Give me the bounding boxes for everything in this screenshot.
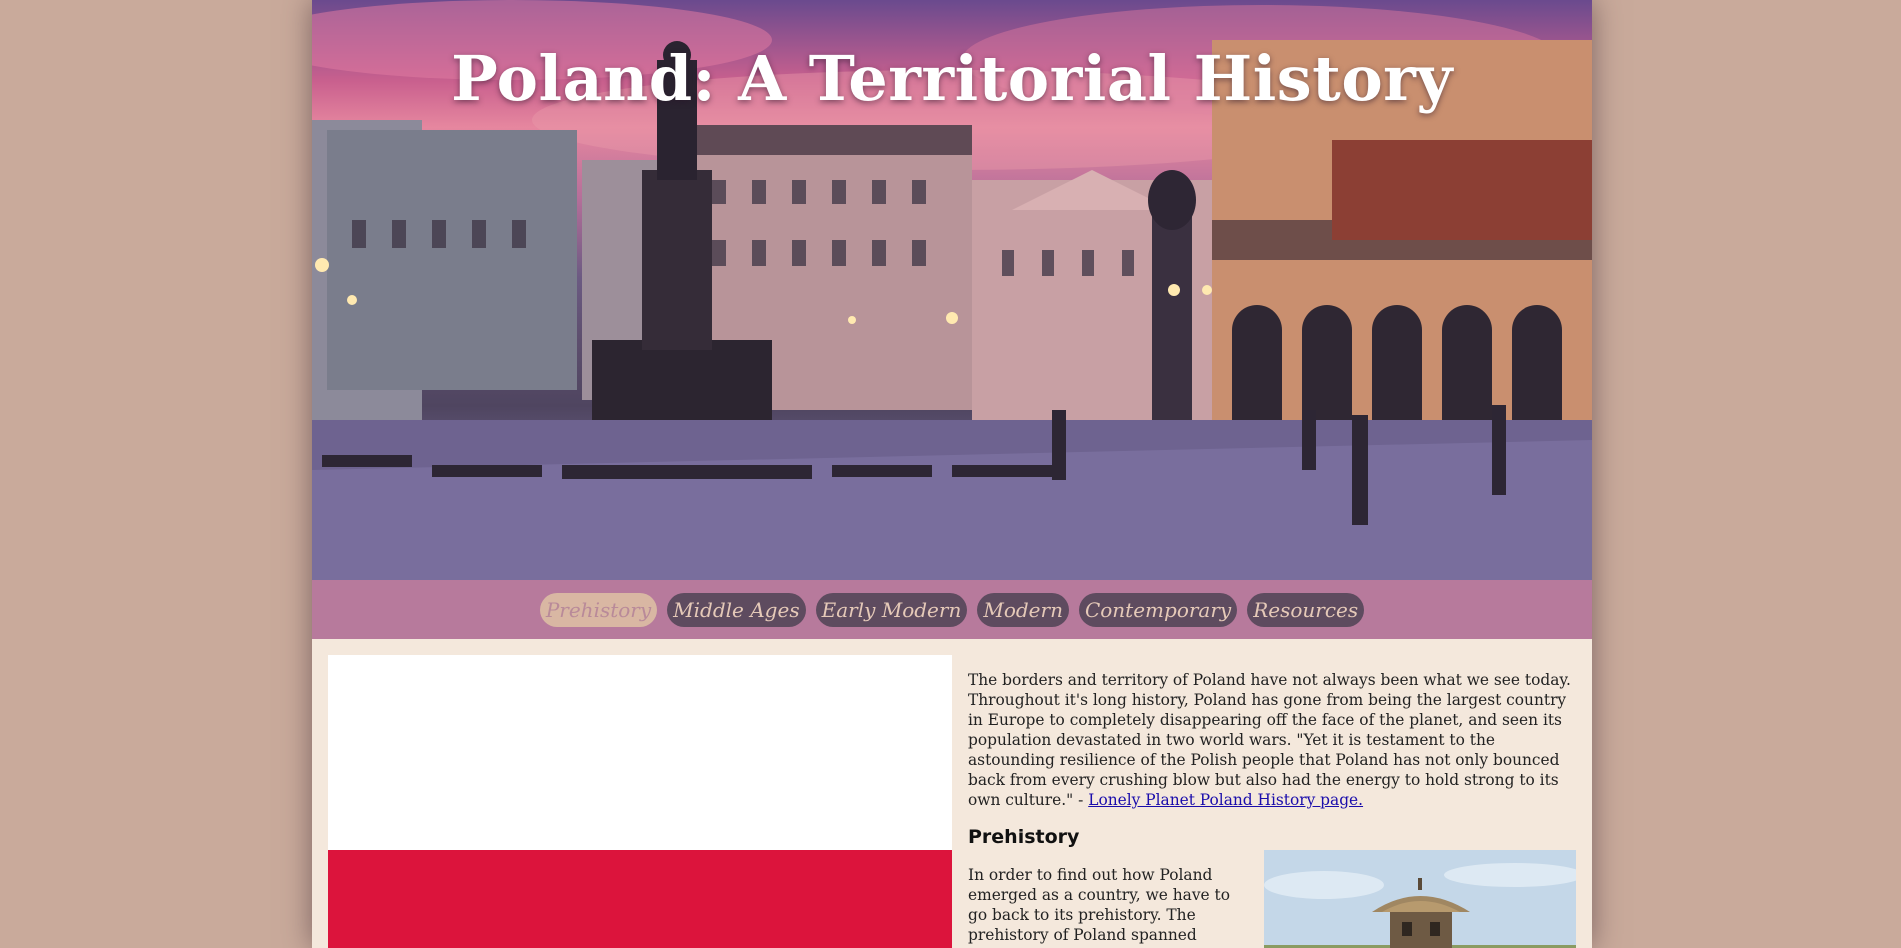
watchtower-illustration [1264, 850, 1576, 948]
intro-text: The borders and territory of Poland have… [968, 671, 1571, 809]
main-nav: Prehistory Middle Ages Early Modern Mode… [312, 580, 1592, 639]
flag-red-band [328, 850, 952, 948]
page-container: Poland: A Territorial History Prehistory… [312, 0, 1592, 948]
nav-item-contemporary[interactable]: Contemporary [1078, 592, 1238, 627]
nav-item-early-modern[interactable]: Early Modern [815, 592, 968, 627]
nav-item-middle-ages[interactable]: Middle Ages [667, 592, 806, 627]
nav-item-resources[interactable]: Resources [1247, 592, 1365, 627]
polish-flag-image [328, 655, 952, 948]
prehistory-heading: Prehistory [968, 826, 1080, 848]
lonely-planet-link[interactable]: Lonely Planet Poland History page. [1088, 791, 1363, 809]
prehistory-paragraph: In order to find out how Poland emerged … [968, 866, 1231, 944]
watchtower-photo [1264, 850, 1576, 948]
intro-paragraph: The borders and territory of Poland have… [968, 670, 1578, 810]
nav-item-modern[interactable]: Modern [977, 592, 1069, 627]
page-title: Poland: A Territorial History [451, 42, 1453, 115]
hero-banner: Poland: A Territorial History [312, 0, 1592, 580]
flag-white-band [328, 655, 952, 850]
nav-item-prehistory[interactable]: Prehistory [539, 592, 658, 627]
